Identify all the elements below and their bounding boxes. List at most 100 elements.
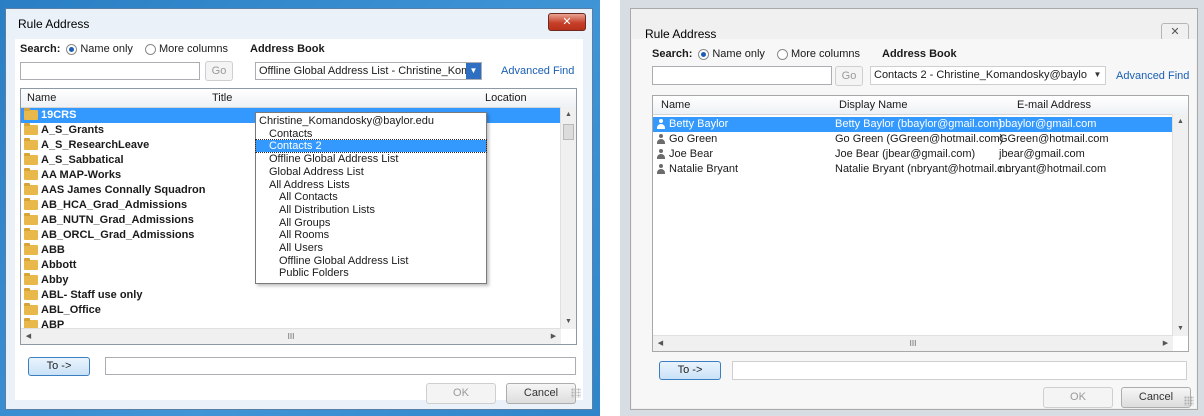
column-header-name[interactable]: Name (661, 99, 690, 111)
dropdown-item[interactable]: All Rooms (256, 229, 486, 241)
dropdown-item-label: Offline Global Address List (279, 254, 409, 267)
scroll-thumb[interactable] (563, 124, 574, 140)
dropdown-item[interactable]: All Users (256, 242, 486, 254)
rule-address-dialog-left: Rule Address ✕ Search: Name only More co… (5, 8, 593, 410)
go-button[interactable]: Go (835, 66, 863, 86)
dialog-body: Search: Name only More columns Address B… (632, 39, 1196, 408)
scroll-grip[interactable]: III (276, 329, 306, 344)
resize-grip-icon[interactable] (571, 388, 581, 398)
address-list[interactable]: Name Display Name E-mail Address Betty B… (652, 95, 1189, 352)
close-button[interactable]: ✕ (548, 13, 586, 31)
list-item-label: AB_HCA_Grad_Admissions (41, 199, 188, 211)
advanced-find-link[interactable]: Advanced Find (1116, 70, 1189, 82)
list-item-label: ABL_Office (41, 304, 101, 316)
address-book-select[interactable]: Offline Global Address List - Christine_… (255, 62, 482, 80)
column-header-email[interactable]: E-mail Address (1017, 99, 1091, 111)
ok-button[interactable]: OK (426, 383, 496, 404)
cancel-button[interactable]: Cancel (506, 383, 576, 404)
column-header-name[interactable]: Name (27, 92, 56, 104)
scroll-right-icon[interactable]: ▶ (546, 329, 561, 344)
column-header-title[interactable]: Title (212, 92, 232, 104)
dropdown-item[interactable]: All Address Lists (256, 179, 486, 191)
vertical-scrollbar[interactable]: ▲ ▼ (560, 107, 576, 329)
to-field[interactable] (732, 361, 1187, 380)
scroll-up-icon[interactable]: ▲ (1173, 114, 1188, 129)
search-input[interactable] (20, 62, 200, 80)
dropdown-item[interactable]: Offline Global Address List (256, 153, 486, 165)
horizontal-scrollbar[interactable]: ◀ III ▶ (21, 328, 561, 344)
more-columns-label: More columns (790, 48, 861, 60)
vertical-scrollbar[interactable]: ▲ ▼ (1172, 114, 1188, 336)
dropdown-item-label: Christine_Komandosky@baylor.edu (259, 115, 435, 127)
folder-group-icon (24, 303, 38, 316)
chevron-down-icon[interactable]: ▼ (1090, 67, 1105, 83)
to-field[interactable] (105, 357, 576, 375)
search-label: Search: (652, 48, 693, 60)
scroll-up-icon[interactable]: ▲ (561, 107, 576, 122)
contact-name: Betty Baylor (669, 118, 729, 130)
dropdown-item-label: All Address Lists (269, 178, 350, 191)
folder-group-icon (24, 258, 38, 271)
to-button[interactable]: To -> (28, 357, 90, 376)
list-item[interactable]: ABL- Staff use only (21, 288, 561, 303)
dropdown-item[interactable]: Global Address List (256, 166, 486, 178)
cancel-button[interactable]: Cancel (1121, 387, 1191, 408)
dropdown-item[interactable]: All Distribution Lists (256, 204, 486, 216)
list-item[interactable]: ABL_Office (21, 303, 561, 318)
more-columns-radio[interactable]: More columns (144, 43, 228, 55)
address-book-dropdown-list[interactable]: Christine_Komandosky@baylor.edu Contacts C… (255, 112, 487, 284)
list-header: Name Display Name E-mail Address (653, 96, 1188, 115)
address-book-value: Contacts 2 - Christine_Komandosky@baylo (874, 69, 1087, 81)
list-item[interactable]: Joe Bear Joe Bear (jbear@gmail.com) jbear@… (653, 147, 1173, 162)
dropdown-item[interactable]: Christine_Komandosky@baylor.edu (256, 115, 486, 127)
name-only-radio[interactable]: Name only (66, 43, 133, 55)
contact-display-name: Joe Bear (jbear@gmail.com) (835, 148, 976, 160)
dropdown-item[interactable]: Offline Global Address List (256, 255, 486, 267)
dropdown-item[interactable]: Contacts (256, 128, 486, 140)
list-item[interactable]: Betty Baylor Betty Baylor (bbaylor@gmail.… (653, 117, 1173, 132)
name-only-radio[interactable]: Name only (698, 48, 765, 60)
contact-email: GGreen@hotmail.com (999, 133, 1109, 145)
scroll-right-icon[interactable]: ▶ (1158, 336, 1173, 351)
folder-group-icon (24, 123, 38, 136)
contact-display-name: Betty Baylor (bbaylor@gmail.com) (835, 118, 1003, 130)
to-button[interactable]: To -> (659, 361, 721, 380)
dropdown-item-label: All Users (279, 242, 324, 254)
scroll-left-icon[interactable]: ◀ (653, 336, 668, 351)
scroll-left-icon[interactable]: ◀ (21, 329, 36, 344)
advanced-find-link[interactable]: Advanced Find (501, 65, 574, 77)
dropdown-item-label: All Rooms (279, 229, 330, 242)
search-label: Search: (20, 43, 61, 55)
column-header-location[interactable]: Location (485, 92, 527, 104)
list-item-label: AB_NUTN_Grad_Admissions (41, 214, 194, 226)
dropdown-item[interactable]: Public Folders (256, 267, 486, 279)
dropdown-item[interactable]: Contacts 2 (255, 139, 487, 154)
dropdown-item-label: Contacts 2 (269, 140, 322, 153)
dropdown-item[interactable]: All Contacts (256, 191, 486, 203)
name-only-label: Name only (80, 43, 133, 55)
address-book-label: Address Book (250, 43, 325, 55)
folder-group-icon (24, 213, 38, 226)
title-bar: Rule Address ✕ (631, 9, 1197, 41)
list-header: Name Title Location (21, 89, 576, 108)
search-input[interactable] (652, 66, 832, 85)
chevron-down-icon[interactable]: ▼ (466, 63, 481, 79)
list-item[interactable]: Go Green Go Green (GGreen@hotmail.com) GGr… (653, 132, 1173, 147)
address-book-select[interactable]: Contacts 2 - Christine_Komandosky@baylo … (870, 66, 1106, 85)
contact-name: Go Green (669, 133, 718, 145)
column-header-display-name[interactable]: Display Name (839, 99, 907, 111)
go-button[interactable]: Go (205, 61, 233, 81)
dropdown-item-label: Global Address List (269, 165, 364, 178)
ok-button[interactable]: OK (1043, 387, 1113, 408)
folder-group-icon (24, 228, 38, 241)
scroll-down-icon[interactable]: ▼ (1173, 321, 1188, 336)
address-book-value: Offline Global Address List - Christine_… (259, 65, 482, 77)
scroll-grip[interactable]: III (898, 336, 928, 351)
resize-grip-icon[interactable] (1184, 396, 1194, 406)
contact-person-icon (657, 164, 665, 175)
more-columns-radio[interactable]: More columns (776, 48, 861, 60)
dropdown-item[interactable]: All Groups (256, 217, 486, 229)
horizontal-scrollbar[interactable]: ◀ III ▶ (653, 335, 1173, 351)
list-item[interactable]: Natalie Bryant Natalie Bryant (nbryant@ho… (653, 162, 1173, 177)
scroll-down-icon[interactable]: ▼ (561, 314, 576, 329)
